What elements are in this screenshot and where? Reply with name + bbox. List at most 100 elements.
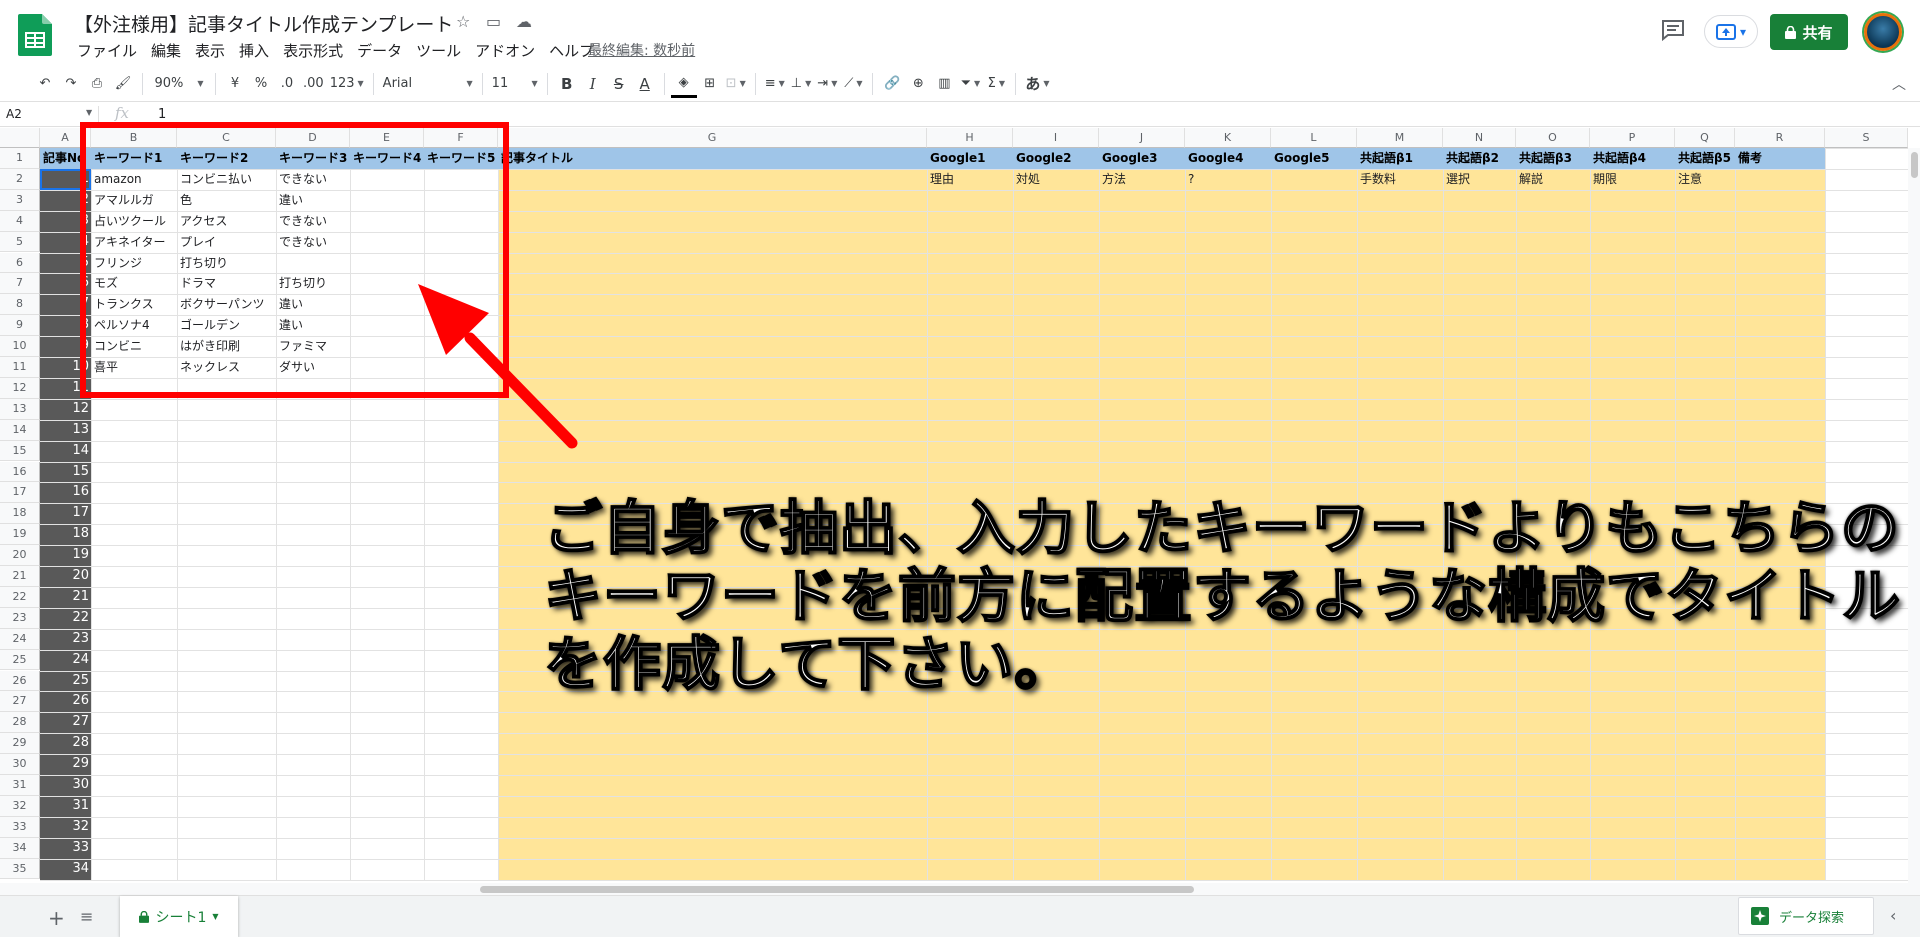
row-header[interactable]: 26 [0,670,40,692]
text-wrap-icon[interactable]: ⇥ ▼ [814,70,840,98]
row-header[interactable]: 14 [0,419,40,441]
column-header[interactable]: I [1013,128,1099,148]
formula-input[interactable]: 1 [158,107,166,122]
all-sheets-icon[interactable]: ≡ [80,907,93,926]
text-color-button[interactable]: A [632,70,658,98]
row-header[interactable]: 2 [0,168,40,190]
article-number-cell[interactable]: 30 [40,775,91,796]
horizontal-scroll-thumb[interactable] [480,886,1194,893]
row-header[interactable]: 6 [0,252,40,274]
horizontal-align-icon[interactable]: ≡ ▼ [762,70,788,98]
row-header[interactable]: 1 [0,148,40,169]
google-suggest-cell[interactable]: 方法 [1099,169,1185,190]
article-number-cell[interactable]: 25 [40,671,91,692]
row-header[interactable]: 22 [0,586,40,608]
bold-button[interactable]: B [554,70,580,98]
sheets-logo-icon[interactable] [18,14,52,56]
header-cell[interactable]: Google1 [927,148,1013,169]
google-suggest-cell[interactable]: ? [1185,169,1271,190]
google-suggest-cell[interactable]: 注意 [1675,169,1735,190]
article-number-cell[interactable]: 17 [40,503,91,524]
article-number-cell[interactable]: 20 [40,566,91,587]
functions-icon[interactable]: Σ ▼ [983,70,1009,98]
borders-icon[interactable]: ⊞ [697,70,723,98]
menu-addons[interactable]: アドオン [468,40,542,61]
row-header[interactable]: 20 [0,545,40,566]
row-header[interactable]: 29 [0,733,40,755]
fill-color-icon[interactable]: ◈ [670,70,697,98]
article-number-cell[interactable]: 19 [40,545,91,566]
more-formats-button[interactable]: 123 ▼ [327,70,367,98]
row-header[interactable]: 33 [0,816,40,838]
italic-button[interactable]: I [580,70,606,98]
article-number-cell[interactable]: 15 [40,462,91,483]
sheet-tab[interactable]: シート1 ▼ [120,896,238,937]
document-title[interactable]: 【外注様用】記事タイトル作成テンプレート [74,10,453,37]
column-header[interactable]: P [1590,128,1675,148]
row-header[interactable]: 31 [0,775,40,796]
merge-cells-icon[interactable]: ⊡ ▼ [723,70,749,98]
column-header[interactable]: H [927,128,1013,148]
row-header[interactable]: 32 [0,795,40,817]
insert-link-icon[interactable]: 🔗 [879,70,905,98]
row-header[interactable]: 9 [0,315,40,337]
vertical-scroll-thumb[interactable] [1911,152,1918,178]
explore-button[interactable]: データ探索 [1738,897,1874,935]
header-cell[interactable]: 共起語β2 [1443,148,1516,169]
print-icon[interactable]: ⎙ [84,70,110,98]
article-number-cell[interactable]: 34 [40,859,91,880]
row-header[interactable]: 7 [0,273,40,295]
row-header[interactable]: 11 [0,357,40,378]
google-suggest-cell[interactable]: 対処 [1013,169,1099,190]
google-suggest-cell[interactable]: 期限 [1590,169,1675,190]
row-header[interactable]: 24 [0,628,40,650]
header-cell[interactable]: 共起語β4 [1590,148,1675,169]
collapse-menus-icon[interactable]: ︿ [1892,74,1906,94]
column-header[interactable]: R [1735,128,1825,148]
row-header[interactable]: 16 [0,461,40,483]
article-number-cell[interactable]: 24 [40,650,91,671]
column-header[interactable]: J [1099,128,1185,148]
column-header[interactable]: G [498,128,927,148]
percent-format-button[interactable]: % [248,70,274,98]
side-panel-toggle-icon[interactable]: ‹ [1890,906,1896,925]
row-header[interactable]: 12 [0,377,40,399]
article-number-cell[interactable]: 28 [40,733,91,754]
input-tools-button[interactable]: あ ▼ [1022,70,1052,98]
row-header[interactable]: 21 [0,566,40,587]
row-header[interactable]: 4 [0,210,40,232]
article-number-cell[interactable]: 26 [40,691,91,712]
increase-decimal-button[interactable]: .00 [300,70,327,98]
google-suggest-cell[interactable]: 手数料 [1357,169,1443,190]
menu-format[interactable]: 表示形式 [276,40,350,61]
article-number-cell[interactable]: 31 [40,796,91,817]
row-header[interactable]: 3 [0,189,40,211]
currency-format-button[interactable]: ¥ [222,70,248,98]
undo-icon[interactable]: ↶ [32,70,58,98]
row-header[interactable]: 19 [0,524,40,546]
article-number-cell[interactable]: 22 [40,608,91,629]
row-header[interactable]: 8 [0,294,40,316]
article-number-cell[interactable]: 13 [40,420,91,441]
row-header[interactable]: 13 [0,398,40,420]
menu-data[interactable]: データ [350,40,409,61]
article-number-cell[interactable]: 16 [40,482,91,503]
row-header[interactable]: 17 [0,482,40,504]
row-header[interactable]: 25 [0,649,40,671]
decrease-decimal-button[interactable]: .0 [274,70,300,98]
share-button[interactable]: 共有 [1770,14,1848,50]
redo-icon[interactable]: ↷ [58,70,84,98]
font-family-select[interactable]: Arial ▼ [380,70,476,98]
add-sheet-icon[interactable]: + [48,906,65,930]
article-number-cell[interactable]: 14 [40,441,91,462]
article-number-cell[interactable]: 32 [40,817,91,838]
article-number-cell[interactable]: 18 [40,524,91,545]
row-header[interactable]: 35 [0,858,40,880]
header-cell[interactable]: Google2 [1013,148,1099,169]
article-number-cell[interactable]: 23 [40,629,91,650]
column-header[interactable]: Q [1675,128,1735,148]
column-header[interactable]: O [1516,128,1590,148]
row-header[interactable]: 5 [0,231,40,253]
strikethrough-button[interactable]: S [606,70,632,98]
article-number-cell[interactable]: 33 [40,838,91,859]
